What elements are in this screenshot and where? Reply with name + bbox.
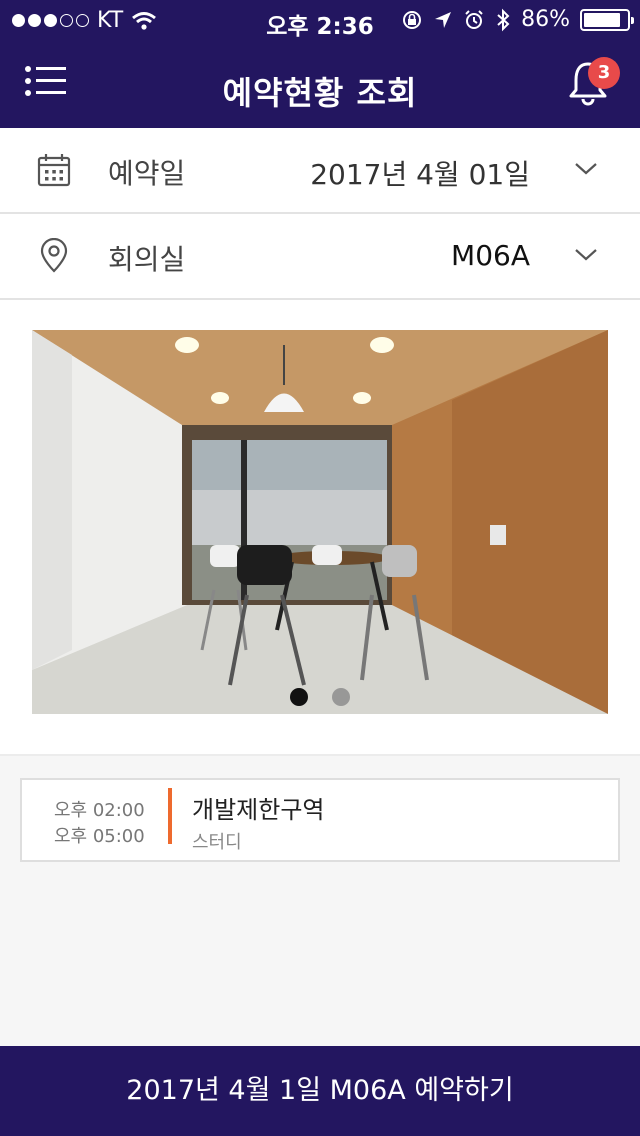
battery-percent: 86% (521, 7, 570, 32)
reservation-end-time: 오후 05:00 (54, 826, 145, 847)
reservation-accent-bar (168, 788, 172, 844)
date-selector[interactable]: 예약일 2017년 4월 01일 (0, 128, 640, 214)
room-selector[interactable]: 회의실 M06A (0, 214, 640, 300)
reservation-start-time: 오후 02:00 (54, 800, 145, 821)
room-gallery (0, 300, 640, 756)
rotation-lock-icon (403, 10, 422, 29)
reservation-item[interactable]: 오후 02:00 오후 05:00 개발제한구역 스터디 (20, 778, 620, 862)
pager-dot[interactable] (332, 688, 350, 706)
page-title: 예약현황 조회 (222, 74, 418, 112)
alarm-icon (465, 9, 483, 29)
battery-fill (584, 12, 621, 27)
reservation-type: 스터디 (192, 832, 242, 853)
reservation-title: 개발제한구역 (192, 796, 325, 824)
chevron-down-icon (575, 163, 597, 175)
location-pin-icon (40, 238, 68, 273)
date-label: 예약일 (108, 157, 186, 190)
reservation-status-screen: KT 오후 2:36 86% 예약현황 조회 3 예약일 2017년 4월 01… (0, 0, 640, 1136)
app-header: KT 오후 2:36 86% 예약현황 조회 3 (0, 0, 640, 128)
reserve-button[interactable]: 2017년 4월 1일 M06A 예약하기 (0, 1046, 640, 1136)
calendar-icon (37, 154, 71, 187)
status-bar: KT 오후 2:36 86% (0, 0, 640, 40)
notification-badge: 3 (588, 57, 620, 89)
pager-dot-active[interactable] (290, 688, 308, 706)
room-label: 회의실 (108, 243, 186, 276)
status-right: 86% (401, 7, 634, 32)
location-arrow-icon (435, 11, 452, 28)
chevron-down-icon (575, 249, 597, 261)
room-value: M06A (451, 239, 530, 272)
battery-icon (580, 8, 634, 31)
date-value: 2017년 4월 01일 (310, 158, 530, 191)
meeting-room-photo[interactable] (32, 330, 608, 714)
bluetooth-icon (497, 8, 510, 31)
